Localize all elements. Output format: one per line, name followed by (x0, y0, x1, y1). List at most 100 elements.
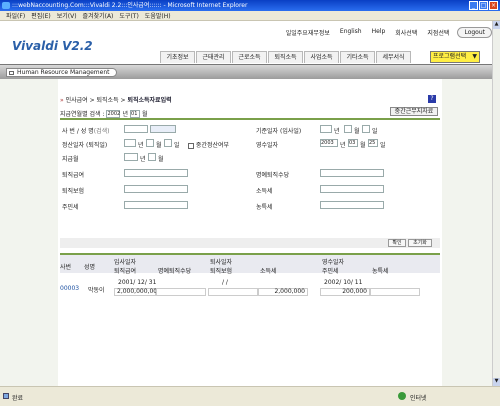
menubar: 파일(F) 편집(E) 보기(V) 즐겨찾기(A) 도구(T) 도움말(H) (0, 11, 500, 21)
receipt-month-input[interactable]: 03 (348, 139, 358, 147)
menu-view[interactable]: 보기(V) (57, 11, 77, 20)
row-join-date: 2001/ 12/ 31 (118, 279, 157, 286)
link-english[interactable]: English (338, 27, 364, 38)
status-bar: 완료 인터넷 (0, 386, 500, 406)
help-icon[interactable]: ? (428, 95, 436, 103)
receipt-year-input[interactable]: 2003 (320, 139, 338, 147)
reset-button[interactable]: 초기화 (408, 239, 432, 247)
form-row: 정산일자 (퇴직일) 년 월 일 중간정산여부 영수일자 2003 년 03 월… (60, 138, 440, 150)
row-retire-pay: 2,000,000,000 (114, 288, 161, 296)
tab-earned-income[interactable]: 근로소득 (232, 51, 267, 63)
filter-month-input[interactable]: 01 (130, 109, 141, 118)
base-day-input[interactable] (362, 125, 370, 133)
input-form: 사 번 / 성 명(검색) 기준일자 (입사일) 년 월 일 정산일자 (퇴직일… (60, 118, 440, 263)
honor-pay-input[interactable] (320, 169, 384, 177)
app-logo: Vivaldi V2.2 (12, 39, 93, 53)
header: Vivaldi V2.2 일일주요재무정보 English Help 회사선택 … (0, 21, 500, 79)
close-icon[interactable]: × (489, 1, 498, 10)
retire-insurance-input[interactable] (124, 185, 188, 193)
col-join-date: 입사일자 (114, 259, 137, 266)
month-unit: 월 (354, 128, 360, 135)
scroll-up-icon[interactable]: ▲ (493, 21, 500, 29)
retire-pay-label: 퇴직급여 (62, 172, 85, 179)
row-receipt-date: 2002/ 10/ 11 (324, 279, 363, 286)
year-unit: 년 (334, 128, 340, 135)
link-daily-finance[interactable]: 일일주요재무정보 (284, 27, 332, 38)
col-emp-no: 사번 (60, 264, 72, 271)
farm-tax-input[interactable] (320, 201, 384, 209)
tab-retirement-income[interactable]: 퇴직소득 (268, 51, 303, 63)
col-retire-date: 퇴사일자 (210, 259, 233, 266)
filter-year-input[interactable]: 2002 (106, 109, 121, 118)
internet-zone-icon (398, 392, 406, 400)
month-unit: 월 (360, 142, 366, 149)
form-row: 주민세 농특세 (60, 200, 440, 212)
link-help[interactable]: Help (370, 27, 388, 38)
search-link[interactable]: (검색) (94, 128, 110, 135)
base-month-input[interactable] (344, 125, 352, 133)
program-select-value: 프로그램선택 (433, 53, 467, 60)
breadcrumb-path: 인사급여 > 퇴직소득 > (65, 97, 128, 104)
menu-favorites[interactable]: 즐겨찾기(A) (83, 11, 114, 20)
income-tax-input[interactable] (320, 185, 384, 193)
scroll-down-icon[interactable]: ▼ (493, 378, 500, 386)
settle-day-input[interactable] (164, 139, 172, 147)
menu-tools[interactable]: 도구(T) (119, 11, 138, 20)
tab-other-income[interactable]: 기타소득 (340, 51, 375, 63)
confirm-button[interactable]: 확인 (388, 239, 406, 247)
menu-file[interactable]: 파일(F) (6, 11, 25, 20)
maximize-icon[interactable]: □ (479, 1, 488, 10)
filter-year-unit: 년 (122, 111, 129, 118)
resident-tax-input[interactable] (124, 201, 188, 209)
emp-no-input[interactable] (124, 125, 148, 133)
vertical-scrollbar[interactable]: ▲ ▼ (492, 21, 500, 386)
col-receipt-date: 영수일자 (322, 259, 345, 266)
interim-checkbox[interactable] (188, 142, 194, 149)
menu-edit[interactable]: 편집(E) (31, 11, 51, 20)
chevron-down-icon: ▼ (472, 53, 477, 60)
zone-text: 인터넷 (410, 395, 427, 402)
main-tabs: 기초정보 근태관리 근로소득 퇴직소득 사업소득 기타소득 세무서식 (160, 51, 411, 63)
pay-year-input[interactable] (124, 153, 138, 161)
button-row: 확인 초기화 (60, 238, 440, 248)
emp-name-input[interactable] (150, 125, 176, 133)
row-income-tax: 2,000,000 (258, 288, 308, 296)
col-income-tax: 소득세 (260, 268, 277, 275)
app: Vivaldi V2.2 일일주요재무정보 English Help 회사선택 … (0, 21, 500, 386)
col-name: 성명 (84, 264, 96, 271)
settle-month-input[interactable] (146, 139, 154, 147)
tab-tax-forms[interactable]: 세무서식 (376, 51, 411, 63)
section-label-text: Human Resource Management (17, 69, 110, 76)
program-select[interactable]: 프로그램선택 ▼ (430, 51, 480, 63)
link-company-select[interactable]: 회사선택 (393, 27, 419, 38)
form-row: 사 번 / 성 명(검색) 기준일자 (입사일) 년 월 일 (60, 124, 440, 136)
farm-tax-label: 농특세 (256, 204, 273, 211)
link-branch-select[interactable]: 지점선택 (425, 27, 451, 38)
month-unit: 월 (158, 156, 164, 163)
logout-button[interactable]: Logout (457, 27, 492, 38)
interim-checkbox-label: 중간정산여부 (195, 142, 230, 149)
receipt-day-input[interactable]: 25 (368, 139, 378, 147)
interim-data-button[interactable]: 중간근무지자료 (390, 107, 438, 116)
day-unit: 일 (380, 142, 386, 149)
settle-year-input[interactable] (124, 139, 136, 147)
minimize-icon[interactable]: _ (469, 1, 478, 10)
menu-help[interactable]: 도움말(H) (145, 11, 171, 20)
filter-month-unit: 월 (142, 111, 148, 118)
year-unit: 년 (140, 156, 146, 163)
row-emp-no-link[interactable]: 00003 (60, 285, 79, 292)
pay-month-input[interactable] (148, 153, 156, 161)
tab-attendance[interactable]: 근태관리 (196, 51, 231, 63)
ie-icon (2, 2, 10, 9)
table-row[interactable]: 00003 막동이 2001/ 12/ 31 2,000,000,000 / /… (60, 279, 440, 299)
breadcrumb: » 인사급여 > 퇴직소득 > 퇴직소득자료입력 (60, 95, 172, 104)
retire-pay-input[interactable] (124, 169, 188, 177)
tab-basic-info[interactable]: 기초정보 (160, 51, 195, 63)
tab-business-income[interactable]: 사업소득 (304, 51, 339, 63)
status-text: 완료 (12, 395, 24, 402)
base-year-input[interactable] (320, 125, 332, 133)
honor-pay-label: 명예퇴직수당 (256, 172, 290, 179)
breadcrumb-arrow-icon: » (60, 97, 64, 104)
search-filter: 지급연월별 검색 : 2002 년 01 월 (60, 109, 148, 118)
day-unit: 일 (372, 128, 378, 135)
